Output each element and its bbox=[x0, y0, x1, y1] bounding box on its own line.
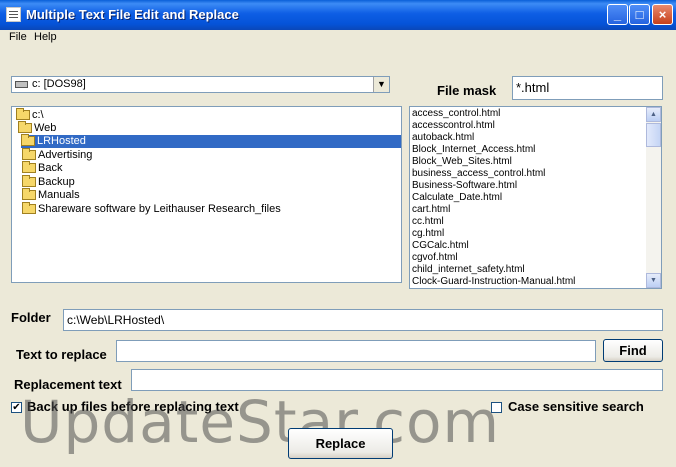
file-item[interactable]: child_internet_safety.html bbox=[412, 264, 525, 276]
file-item[interactable]: cart.html bbox=[412, 204, 450, 216]
folder-icon bbox=[22, 175, 36, 188]
file-list[interactable]: access_control.html accesscontrol.html a… bbox=[409, 106, 662, 289]
file-item[interactable]: cgvof.html bbox=[412, 252, 458, 264]
open-folder-icon bbox=[21, 134, 35, 147]
folder-item[interactable]: Web bbox=[18, 121, 56, 135]
find-button[interactable]: Find bbox=[603, 339, 663, 362]
case-sensitive-label[interactable]: Case sensitive search bbox=[508, 399, 644, 414]
folder-label: Folder bbox=[11, 310, 51, 325]
file-item[interactable]: business_access_control.html bbox=[412, 168, 545, 180]
folder-icon bbox=[22, 161, 36, 174]
folder-icon bbox=[22, 148, 36, 161]
file-item[interactable]: access_control.html bbox=[412, 108, 500, 120]
folder-item[interactable]: Advertising bbox=[22, 148, 92, 162]
file-item[interactable]: autoback.html bbox=[412, 132, 474, 144]
menu-help[interactable]: Help bbox=[31, 31, 60, 43]
text-to-replace-label: Text to replace bbox=[16, 347, 107, 362]
replace-button[interactable]: Replace bbox=[288, 428, 393, 459]
drive-select[interactable]: c: [DOS98] ▼ bbox=[11, 76, 390, 93]
text-to-replace-input[interactable] bbox=[116, 340, 596, 362]
open-folder-icon bbox=[16, 108, 30, 121]
file-item[interactable]: Block_Web_Sites.html bbox=[412, 156, 512, 168]
drive-value: c: [DOS98] bbox=[32, 78, 86, 90]
scroll-thumb[interactable] bbox=[646, 123, 661, 147]
folder-item[interactable]: Back bbox=[22, 161, 62, 175]
file-item[interactable]: Calculate_Date.html bbox=[412, 192, 502, 204]
folder-item[interactable]: Manuals bbox=[22, 188, 80, 202]
file-item[interactable]: Clock-Guard-Instruction-Manual.html bbox=[412, 276, 575, 288]
app-icon bbox=[6, 7, 21, 22]
file-item[interactable]: accesscontrol.html bbox=[412, 120, 495, 132]
folder-icon bbox=[22, 188, 36, 201]
open-folder-icon bbox=[18, 121, 32, 134]
file-list-scrollbar[interactable]: ▲ ▼ bbox=[646, 107, 661, 288]
folder-icon bbox=[22, 202, 36, 215]
chevron-down-icon[interactable]: ▼ bbox=[373, 77, 389, 92]
file-item[interactable]: cc.html bbox=[412, 216, 444, 228]
file-mask-label: File mask bbox=[437, 83, 497, 98]
window-title: Multiple Text File Edit and Replace bbox=[26, 7, 239, 22]
maximize-button[interactable]: □ bbox=[629, 4, 650, 25]
file-item[interactable]: Block_Internet_Access.html bbox=[412, 144, 535, 156]
folder-item[interactable]: Backup bbox=[22, 175, 75, 189]
file-item[interactable]: CGCalc.html bbox=[412, 240, 469, 252]
minimize-button[interactable]: _ bbox=[607, 4, 628, 25]
scroll-up-arrow-icon[interactable]: ▲ bbox=[646, 107, 661, 122]
watermark: UpdateStar.com bbox=[20, 388, 500, 456]
folder-item[interactable]: Shareware software by Leithauser Researc… bbox=[22, 202, 281, 216]
folder-item[interactable]: c:\ bbox=[16, 108, 44, 122]
scroll-down-arrow-icon[interactable]: ▼ bbox=[646, 273, 661, 288]
menu-file[interactable]: File bbox=[6, 31, 30, 43]
title-bar[interactable]: Multiple Text File Edit and Replace _ □ … bbox=[0, 0, 676, 30]
file-mask-input[interactable]: *.html bbox=[512, 76, 663, 100]
file-item[interactable]: cg.html bbox=[412, 228, 444, 240]
folder-tree[interactable]: c:\ Web LRHosted Advertising Back Backup… bbox=[11, 106, 402, 283]
folder-path-input[interactable]: c:\Web\LRHosted\ bbox=[63, 309, 663, 331]
drive-icon bbox=[15, 81, 28, 88]
app-window: Multiple Text File Edit and Replace _ □ … bbox=[0, 0, 676, 467]
file-item[interactable]: Business-Software.html bbox=[412, 180, 517, 192]
folder-item-selected[interactable]: LRHosted bbox=[21, 134, 401, 148]
menu-bar: File Help bbox=[0, 30, 676, 48]
close-button[interactable]: × bbox=[652, 4, 673, 25]
